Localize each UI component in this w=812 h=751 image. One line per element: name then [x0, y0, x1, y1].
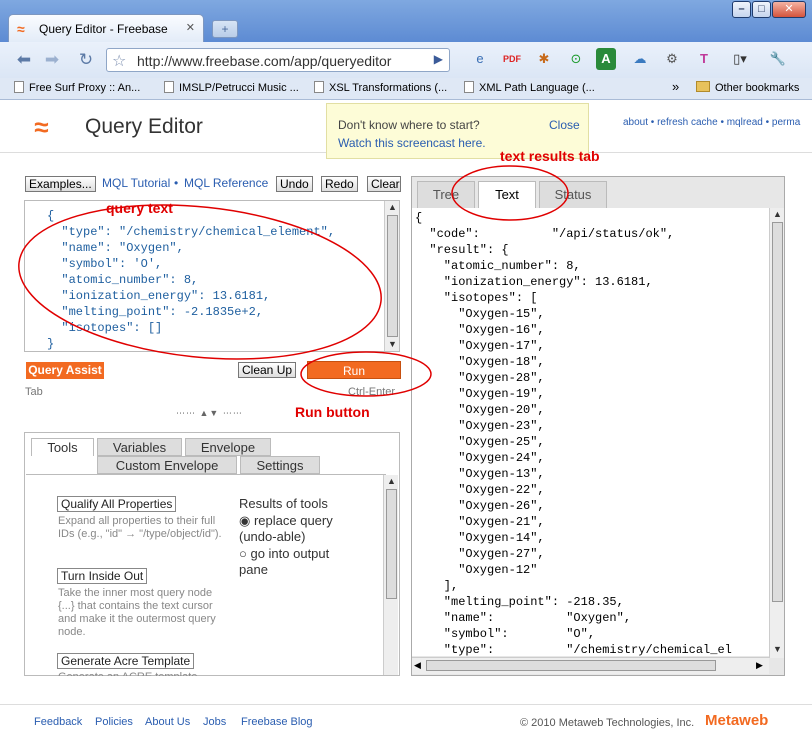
query-text-circle	[18, 204, 382, 360]
run-button-circle	[300, 351, 432, 397]
annotation-overlay	[18, 165, 569, 397]
annotation-text-tab: text results tab	[500, 148, 600, 164]
annotation-run-button: Run button	[295, 404, 370, 420]
text-tab-circle	[451, 165, 569, 221]
annotation-query-text: query text	[106, 200, 173, 216]
